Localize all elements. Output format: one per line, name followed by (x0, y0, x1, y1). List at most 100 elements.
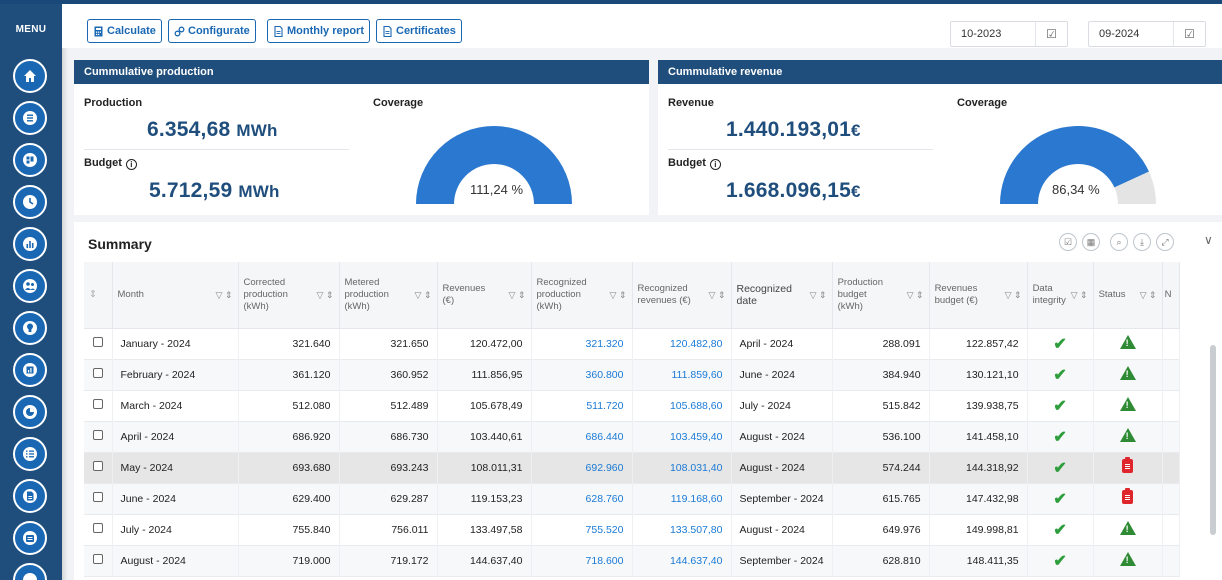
clipboard-alert-icon[interactable] (1122, 457, 1134, 473)
checklist-icon[interactable] (13, 437, 47, 471)
filter-icon[interactable]: ▽ ⇕ (1071, 289, 1088, 301)
date-to-field[interactable]: 09-2024 ☑ (1088, 21, 1206, 47)
table-row[interactable]: January - 2024 321.640 321.650 120.472,00 32… (84, 328, 1180, 359)
cell-revenues-budget: 139.938,75 (929, 390, 1028, 421)
header-metered-production[interactable]: Metered production (kWh) ▽ ⇕ (339, 262, 438, 329)
cell-metered-production: 719.172 (339, 545, 438, 576)
filter-icon[interactable]: ▽ ⇕ (216, 289, 233, 301)
certificates-label: Certificates (396, 25, 456, 37)
info-icon[interactable]: i (125, 159, 137, 170)
check-icon: ✔ (1053, 366, 1067, 384)
table-row[interactable]: April - 2024 686.920 686.730 103.440,61 686.… (84, 421, 1180, 452)
header-status[interactable]: Status ▽ ⇕ (1093, 262, 1163, 329)
home-icon[interactable] (13, 59, 47, 93)
list-icon[interactable] (13, 101, 47, 135)
row-checkbox[interactable] (92, 554, 103, 564)
calendar-icon[interactable]: ☑ (1035, 22, 1067, 46)
header-production-budget[interactable]: Production budget (kWh) ▽ ⇕ (832, 262, 930, 329)
calculator-icon (94, 26, 103, 36)
download-icon[interactable]: ⤓ (1133, 233, 1151, 251)
clipboard-alert-icon[interactable] (1122, 488, 1134, 504)
configurate-button[interactable]: Configurate (168, 19, 256, 43)
scrollbar[interactable] (1210, 345, 1216, 535)
expand-icon[interactable]: ⤢ (1156, 233, 1174, 251)
bar-chart-icon[interactable] (13, 227, 47, 261)
header-recognized-revenues[interactable]: Recognized revenues (€) ▽ ⇕ (632, 262, 732, 329)
revenue-card-header: Cummulative revenue (658, 60, 1222, 84)
warning-icon[interactable] (1119, 521, 1136, 535)
table-row[interactable]: March - 2024 512.080 512.489 105.678,49 511.… (84, 390, 1180, 421)
cell-revenues-budget: 149.998,81 (929, 514, 1028, 545)
header-label: Metered production (kWh) (344, 276, 389, 312)
lightbulb-icon[interactable] (13, 311, 47, 345)
cell-production-budget: 615.765 (832, 483, 930, 514)
analytics-icon[interactable] (13, 353, 47, 387)
table-row[interactable]: August - 2024 719.000 719.172 144.637,40 718… (84, 545, 1180, 576)
filter-icon[interactable]: ▽ ⇕ (610, 289, 627, 301)
calendar-icon[interactable]: ☑ (1173, 22, 1205, 46)
cell-data-integrity: ✔ (1027, 483, 1094, 514)
cell-production-budget: 384.940 (832, 359, 930, 390)
warning-icon[interactable] (1119, 397, 1136, 411)
header-more[interactable]: N (1162, 262, 1180, 329)
table-row[interactable]: February - 2024 361.120 360.952 111.856,95 3… (84, 359, 1180, 390)
columns-icon[interactable]: ▦ (1082, 233, 1100, 251)
select-icon[interactable]: ☑ (1059, 233, 1077, 251)
header-data-integrity[interactable]: Data integrity ▽ ⇕ (1027, 262, 1094, 329)
cell-month: April - 2024 (112, 421, 239, 452)
header-revenues-budget[interactable]: Revenues budget (€) ▽ ⇕ (929, 262, 1028, 329)
clock-icon[interactable] (13, 185, 47, 219)
filter-icon[interactable]: ▽ ⇕ (415, 289, 432, 301)
document-icon[interactable] (13, 479, 47, 513)
filter-icon[interactable]: ▽ ⇕ (907, 289, 924, 301)
filter-icon[interactable]: ▽ ⇕ (810, 289, 827, 301)
info-icon[interactable]: i (709, 159, 721, 170)
row-checkbox[interactable] (92, 399, 103, 409)
warning-icon[interactable] (1119, 552, 1136, 566)
filter-icon[interactable]: ▽ ⇕ (317, 289, 334, 301)
pie-chart-icon[interactable] (13, 395, 47, 429)
filter-icon[interactable]: ▽ ⇕ (1140, 289, 1157, 301)
warning-icon[interactable] (1119, 366, 1136, 380)
header-month[interactable]: Month ▽ ⇕ (112, 262, 239, 329)
revenue-unit: € (851, 121, 861, 140)
row-checkbox[interactable] (92, 337, 103, 347)
header-select[interactable]: ⇕ (84, 262, 113, 329)
header-recognized-production[interactable]: Recognized production (kWh) ▽ ⇕ (531, 262, 633, 329)
header-recognized-date[interactable]: Recognized date ▽ ⇕ (731, 262, 833, 329)
table-row[interactable]: June - 2024 629.400 629.287 119.153,23 628.7… (84, 483, 1180, 514)
cell-month: February - 2024 (112, 359, 239, 390)
table-row[interactable]: July - 2024 755.840 756.011 133.497,58 755.5… (84, 514, 1180, 545)
more-icon[interactable] (13, 563, 47, 580)
cell-production-budget: 649.976 (832, 514, 930, 545)
header-revenues[interactable]: Revenues (€) ▽ ⇕ (437, 262, 532, 329)
cell-data-integrity: ✔ (1027, 359, 1094, 390)
row-checkbox[interactable] (92, 368, 103, 378)
archive-icon[interactable] (13, 521, 47, 555)
header-corrected-production[interactable]: Corrected production (kWh) ▽ ⇕ (238, 262, 340, 329)
certificates-button[interactable]: Certificates (376, 19, 462, 43)
chevron-down-icon[interactable]: ∨ (1204, 233, 1213, 247)
users-icon[interactable] (13, 269, 47, 303)
row-checkbox[interactable] (92, 461, 103, 471)
filter-icon[interactable]: ▽ ⇕ (509, 289, 526, 301)
cell-recognized-revenues: 111.859,60 (632, 359, 732, 390)
calculate-button[interactable]: Calculate (87, 19, 162, 43)
cell-production-budget: 628.810 (832, 545, 930, 576)
monthly-report-button[interactable]: Monthly report (267, 19, 370, 43)
warning-icon[interactable] (1119, 335, 1136, 349)
row-checkbox[interactable] (92, 523, 103, 533)
cell-more (1162, 483, 1180, 514)
row-checkbox[interactable] (92, 492, 103, 502)
filter-icon[interactable]: ▽ ⇕ (709, 289, 726, 301)
revenue-value: 1.440.193,01€ (726, 118, 861, 142)
warning-icon[interactable] (1119, 428, 1136, 442)
dashboard-icon[interactable] (13, 143, 47, 177)
row-checkbox[interactable] (92, 430, 103, 440)
filter-icon[interactable]: ▽ ⇕ (1005, 289, 1022, 301)
cell-month: May - 2024 (112, 452, 239, 483)
date-from-field[interactable]: 10-2023 ☑ (950, 21, 1068, 47)
cell-data-integrity: ✔ (1027, 514, 1094, 545)
search-icon[interactable]: ⌕ (1110, 233, 1128, 251)
table-row[interactable]: May - 2024 693.680 693.243 108.011,31 692.96… (84, 452, 1180, 483)
